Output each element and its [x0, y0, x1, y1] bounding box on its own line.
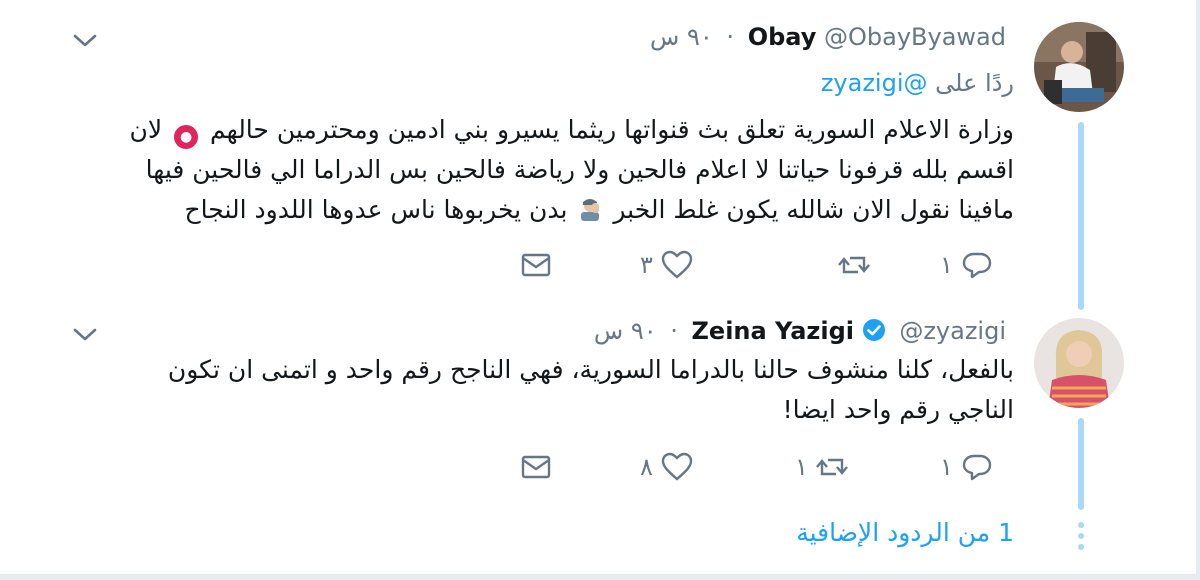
tweet-actions: ٣ ١	[520, 248, 1020, 282]
separator-dot: ·	[726, 23, 735, 51]
conversation-card: Obay @ObayByawad · ٩٠ س ردًا على @zyazig…	[0, 0, 1200, 580]
thread-line	[1078, 122, 1084, 310]
tweet-text-segment: لان	[129, 115, 163, 144]
message-icon	[521, 455, 551, 479]
replying-to: ردًا على @zyazigi	[821, 68, 1014, 98]
reply-count: ١	[940, 453, 953, 481]
display-name[interactable]: Zeina Yazigi	[692, 317, 855, 345]
retweet-count: ١	[795, 453, 808, 481]
tweet-header: Obay @ObayByawad · ٩٠ س	[650, 22, 1014, 52]
tweet-text-line: الناجي رقم واحد ايضا!	[782, 395, 1014, 424]
message-button[interactable]	[520, 248, 552, 282]
tweet-text-segment: وزارة الاعلام السورية تعلق بث قنواتها ري…	[210, 115, 1014, 144]
reply-icon	[962, 252, 992, 279]
tweet-text: بالفعل، كلنا منشوف حالنا بالدراما السوري…	[79, 350, 1014, 430]
user-handle[interactable]: @zyazigi	[899, 317, 1006, 345]
tweet-text-line: اقسم بلله قرفونا حياتنا لا اعلام فالحين …	[145, 155, 1014, 184]
replying-prefix: ردًا على	[935, 69, 1014, 97]
man-facepalming-icon	[577, 193, 603, 221]
retweet-button[interactable]: ١	[795, 450, 848, 484]
timestamp[interactable]: ٩٠ س	[650, 23, 713, 51]
user-handle[interactable]: @ObayByawad	[824, 23, 1006, 51]
tweet-text-segment: بدن يخربوها ناس عدوها اللدود النجاح	[184, 195, 568, 224]
reply-button[interactable]: ١	[940, 248, 993, 282]
separator-dot: ·	[670, 317, 678, 345]
tweet-header: Zeina Yazigi @zyazigi · ٩٠ س	[594, 316, 1014, 346]
replying-to-link[interactable]: @zyazigi	[821, 69, 928, 97]
timestamp[interactable]: ٩٠ س	[594, 317, 657, 345]
avatar-zeina[interactable]	[1034, 318, 1124, 408]
tweet-text-segment: مافينا نقول الان شالله يكون غلط الخبر	[613, 195, 1014, 224]
show-more-replies-link[interactable]: 1 من الردود الإضافية	[796, 518, 1014, 548]
like-icon	[661, 452, 693, 481]
thread-line	[1078, 418, 1084, 510]
chevron-down-icon[interactable]	[72, 32, 98, 50]
display-name[interactable]: Obay	[748, 23, 817, 51]
angry-face-icon: ●	[174, 125, 199, 149]
tweet-text-line: مافينا نقول الان شالله يكون غلط الخبر بد…	[79, 190, 1014, 230]
retweet-icon	[815, 458, 848, 476]
like-button[interactable]: ٣	[640, 248, 693, 282]
thread-more-dots	[1078, 522, 1084, 555]
tweet-text: وزارة الاعلام السورية تعلق بث قنواتها ري…	[79, 110, 1015, 230]
like-count: ٣	[640, 251, 653, 279]
chevron-down-icon[interactable]	[72, 326, 98, 344]
retweet-icon	[838, 256, 870, 274]
like-button[interactable]: ٨	[640, 450, 693, 484]
reply-button[interactable]: ١	[940, 450, 993, 484]
retweet-button[interactable]	[830, 248, 870, 282]
tweet-text-line: وزارة الاعلام السورية تعلق بث قنواتها ري…	[79, 110, 1014, 150]
reply-count: ١	[940, 251, 953, 279]
tweet-actions: ٨ ١ ١	[520, 450, 1020, 484]
like-count: ٨	[640, 453, 653, 481]
message-button[interactable]	[520, 450, 552, 484]
reply-icon	[962, 454, 992, 481]
message-icon	[521, 253, 551, 277]
verified-icon	[862, 318, 886, 342]
avatar-obay[interactable]	[1034, 22, 1124, 112]
like-icon	[661, 250, 693, 279]
tweet-text-line: بالفعل، كلنا منشوف حالنا بالدراما السوري…	[167, 355, 1014, 384]
